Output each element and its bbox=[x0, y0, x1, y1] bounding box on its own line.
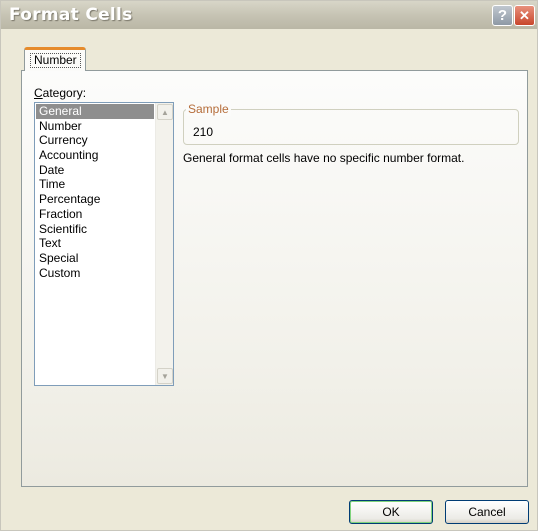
category-item-percentage[interactable]: Percentage bbox=[36, 192, 154, 207]
category-item-scientific[interactable]: Scientific bbox=[36, 222, 154, 237]
close-icon: ✕ bbox=[519, 7, 530, 23]
category-item-currency[interactable]: Currency bbox=[36, 133, 154, 148]
scroll-down-button[interactable]: ▼ bbox=[157, 368, 173, 384]
ok-button[interactable]: OK bbox=[349, 500, 433, 524]
category-label-accelerator: C bbox=[34, 86, 43, 100]
category-scrollbar[interactable]: ▲ ▼ bbox=[155, 103, 173, 385]
title-bar[interactable]: Format Cells ? ✕ bbox=[1, 1, 537, 29]
window-title: Format Cells bbox=[9, 5, 133, 25]
category-item-text[interactable]: Text bbox=[36, 236, 154, 251]
category-item-number[interactable]: Number bbox=[36, 119, 154, 134]
sample-groupbox bbox=[183, 109, 519, 145]
scroll-up-button[interactable]: ▲ bbox=[157, 104, 173, 120]
category-item-date[interactable]: Date bbox=[36, 163, 154, 178]
category-item-fraction[interactable]: Fraction bbox=[36, 207, 154, 222]
sample-value: 210 bbox=[193, 125, 214, 139]
category-item-time[interactable]: Time bbox=[36, 177, 154, 192]
category-label: Category: bbox=[34, 86, 86, 100]
chevron-down-icon: ▼ bbox=[161, 371, 169, 381]
help-button[interactable]: ? bbox=[492, 5, 513, 26]
cancel-button[interactable]: Cancel bbox=[445, 500, 529, 524]
category-list: General Number Currency Accounting Date … bbox=[36, 104, 154, 280]
help-icon: ? bbox=[497, 7, 508, 24]
tab-number[interactable]: Number bbox=[24, 47, 86, 71]
close-button[interactable]: ✕ bbox=[514, 5, 535, 26]
category-listbox[interactable]: General Number Currency Accounting Date … bbox=[34, 102, 174, 386]
tab-number-label: Number bbox=[30, 53, 81, 68]
chevron-up-icon: ▲ bbox=[161, 107, 169, 117]
category-item-special[interactable]: Special bbox=[36, 251, 154, 266]
category-label-text: ategory: bbox=[42, 86, 87, 100]
sample-legend: Sample bbox=[186, 102, 231, 116]
category-item-general[interactable]: General bbox=[36, 104, 154, 119]
category-item-accounting[interactable]: Accounting bbox=[36, 148, 154, 163]
format-description: General format cells have no specific nu… bbox=[183, 151, 465, 165]
category-item-custom[interactable]: Custom bbox=[36, 266, 154, 281]
